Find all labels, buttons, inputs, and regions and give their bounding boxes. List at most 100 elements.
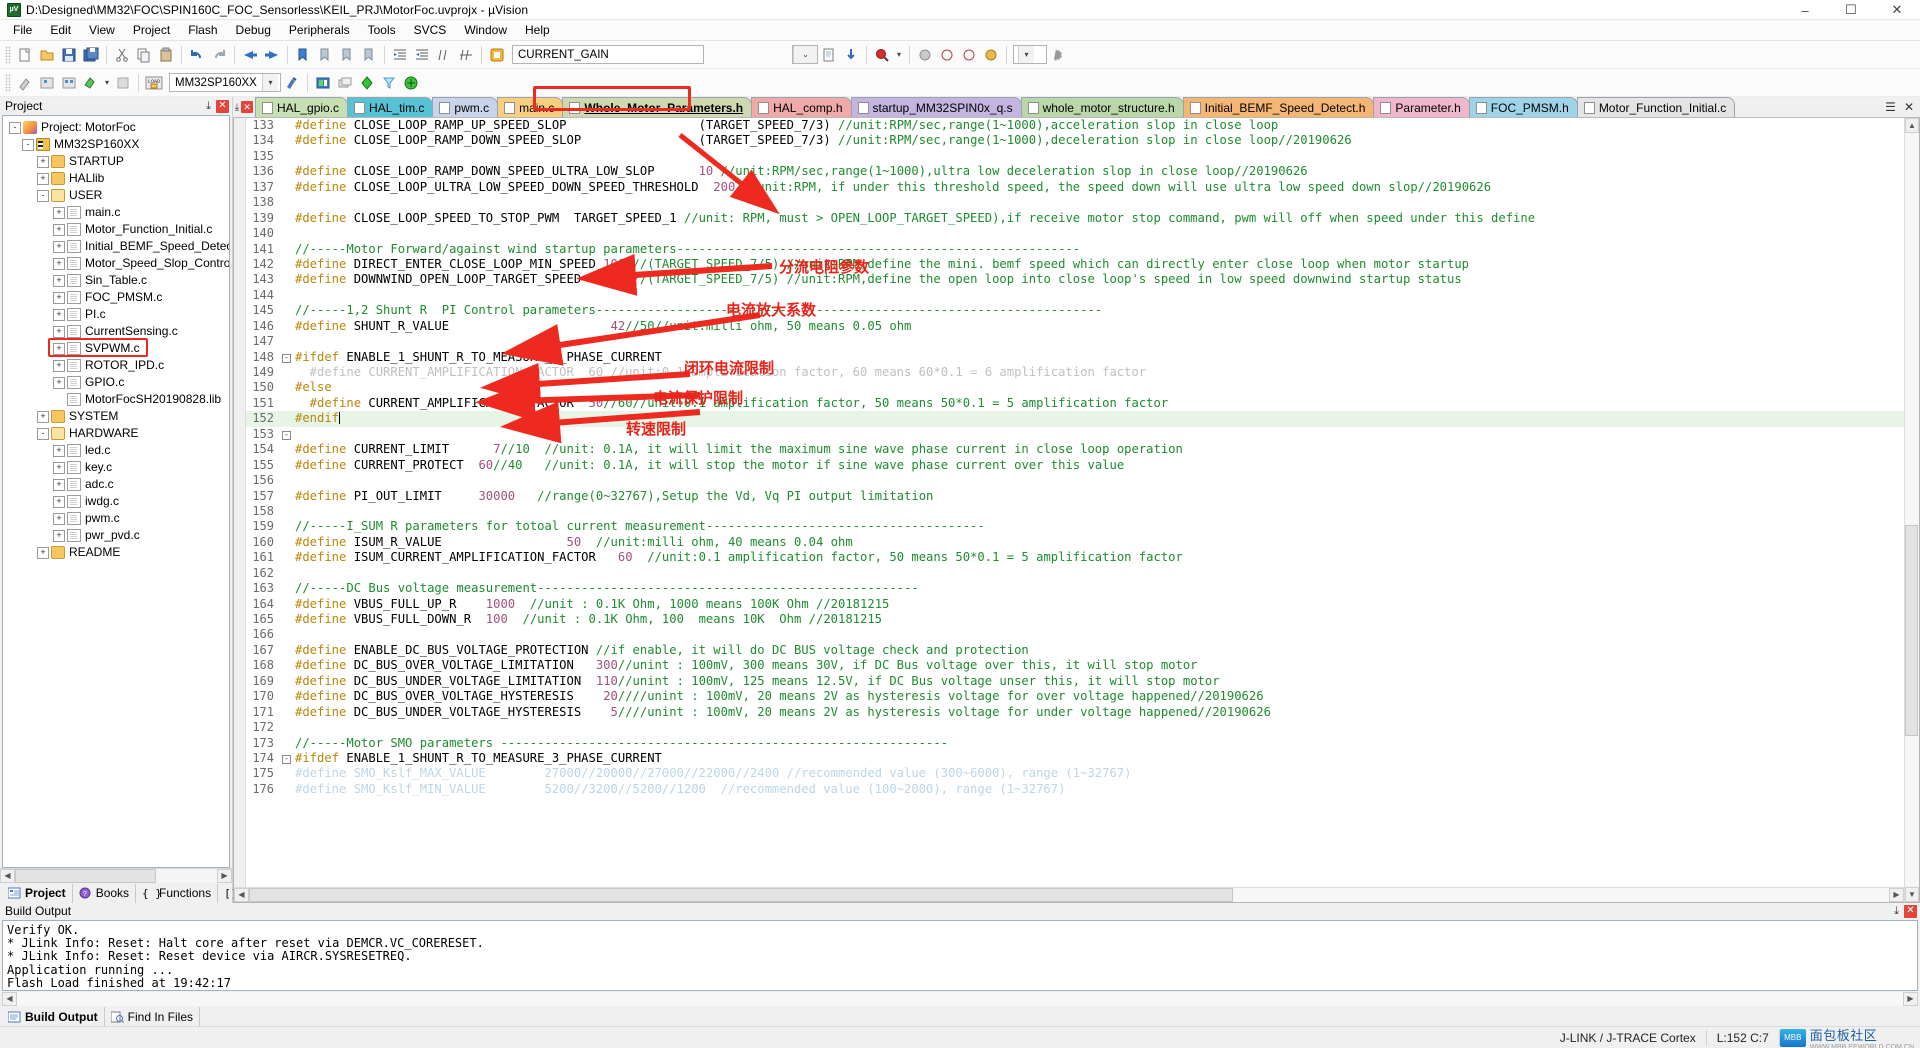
expander-icon[interactable]: - bbox=[9, 121, 21, 134]
scroll-left-arrow-icon[interactable]: ◀ bbox=[2, 991, 17, 1006]
tree-node-hallib[interactable]: + HALlib bbox=[7, 170, 229, 187]
code-vscroll-thumb[interactable] bbox=[1905, 525, 1918, 737]
code-hscrollbar[interactable]: ◀ ▶ bbox=[234, 886, 1904, 902]
tree-node-motorfocsh-lib[interactable]: MotorFocSH20190828.lib bbox=[7, 391, 229, 408]
code-line[interactable]: 140 bbox=[246, 226, 1904, 241]
expander-icon[interactable]: + bbox=[37, 410, 49, 423]
code-hscroll-thumb[interactable] bbox=[249, 887, 1233, 902]
stop-build-icon[interactable] bbox=[112, 72, 134, 94]
code-line[interactable]: 136 #define CLOSE_LOOP_RAMP_DOWN_SPEED_UL… bbox=[246, 164, 1904, 179]
minimize-button[interactable]: – bbox=[1782, 0, 1828, 20]
tree-node-motor-function-initial-c[interactable]: + Motor_Function_Initial.c bbox=[7, 221, 229, 238]
code-line[interactable]: 145 //-----1,2 Shunt R PI Control paramet… bbox=[246, 303, 1904, 318]
build-icon[interactable] bbox=[36, 72, 58, 94]
code-line[interactable]: 157 #define PI_OUT_LIMIT 30000 //range(0~… bbox=[246, 489, 1904, 504]
expander-icon[interactable]: + bbox=[53, 529, 65, 542]
paste-icon[interactable] bbox=[155, 44, 177, 66]
tree-node-pwr-pvd-c[interactable]: + pwr_pvd.c bbox=[7, 527, 229, 544]
tree-node-user[interactable]: - USER bbox=[7, 187, 229, 204]
chevron-down-icon[interactable]: ▾ bbox=[262, 74, 278, 91]
disable-breakpoints-icon[interactable] bbox=[980, 44, 1002, 66]
expander-icon[interactable]: + bbox=[37, 546, 49, 559]
tree-node-motor-speed-slop-control-c[interactable]: + Motor_Speed_Slop_Control.c bbox=[7, 255, 229, 272]
toolbar-grip[interactable] bbox=[5, 45, 11, 64]
code-lines[interactable]: 133 #define CLOSE_LOOP_RAMP_UP_SPEED_SLOP… bbox=[246, 118, 1904, 887]
find-combo-dropdown[interactable]: ⌄ bbox=[792, 45, 818, 64]
manage-components-icon[interactable] bbox=[312, 72, 334, 94]
code-line[interactable]: 141 //-----Motor Forward/against wind sta… bbox=[246, 242, 1904, 257]
open-file-icon[interactable] bbox=[36, 44, 58, 66]
tree-node-readme[interactable]: + README bbox=[7, 544, 229, 561]
editor-tab-whole-motor-parameters-h[interactable]: Whole_Motor_Parameters.h bbox=[562, 97, 753, 117]
cut-icon[interactable] bbox=[111, 44, 133, 66]
fold-collapse-icon[interactable]: - bbox=[280, 427, 293, 442]
tree-node-iwdg-c[interactable]: + iwdg.c bbox=[7, 493, 229, 510]
redo-icon[interactable] bbox=[208, 44, 230, 66]
navigate-back-icon[interactable] bbox=[239, 44, 261, 66]
tree-node-sin-table-c[interactable]: + Sin_Table.c bbox=[7, 272, 229, 289]
kill-breakpoints-icon[interactable] bbox=[958, 44, 980, 66]
tree-node-pwm-c[interactable]: + pwm.c bbox=[7, 510, 229, 527]
expander-icon[interactable]: + bbox=[53, 223, 65, 236]
editor-tab-hal-tim-c[interactable]: HAL_tim.c bbox=[347, 97, 434, 117]
editor-tab-motor-function-initial-c[interactable]: Motor_Function_Initial.c bbox=[1576, 97, 1736, 117]
code-line[interactable]: 134 #define CLOSE_LOOP_RAMP_DOWN_SPEED_SL… bbox=[246, 133, 1904, 148]
editor-tab-whole-motor-structure-h[interactable]: whole_motor_structure.h bbox=[1020, 97, 1184, 117]
tree-node-foc-pmsm-c[interactable]: + FOC_PMSM.c bbox=[7, 289, 229, 306]
tree-node-system[interactable]: + SYSTEM bbox=[7, 408, 229, 425]
tab-overflow-icon[interactable]: ☰ bbox=[1885, 100, 1896, 114]
pack-filter-icon[interactable] bbox=[378, 72, 400, 94]
editor-tab-main-c[interactable]: main.c bbox=[497, 97, 564, 117]
tab-close-icon[interactable]: ✕ bbox=[1904, 100, 1914, 114]
scroll-up-arrow-icon[interactable]: ▲ bbox=[1905, 118, 1919, 133]
indent-icon[interactable] bbox=[389, 44, 411, 66]
comment-icon[interactable] bbox=[433, 44, 455, 66]
pin-icon[interactable]: ⤓ bbox=[1889, 905, 1904, 918]
toolbar-grip[interactable] bbox=[5, 73, 11, 92]
expander-icon[interactable]: + bbox=[37, 155, 49, 168]
code-line[interactable]: 150 #else bbox=[246, 380, 1904, 395]
menu-debug[interactable]: Debug bbox=[227, 21, 280, 39]
code-line[interactable]: 175 #define SMO_Kslf_MAX_VALUE 27000//200… bbox=[246, 766, 1904, 781]
build-tab-build-output[interactable]: Build Output bbox=[2, 1007, 105, 1026]
code-line[interactable]: 160 #define ISUM_R_VALUE 50 //unit:milli … bbox=[246, 535, 1904, 550]
tree-node-key-c[interactable]: + key.c bbox=[7, 459, 229, 476]
tree-node-initial-bemf-speed-detect-c[interactable]: + Initial_BEMF_Speed_Detect.c bbox=[7, 238, 229, 255]
tree-node-pi-c[interactable]: + PI.c bbox=[7, 306, 229, 323]
breakpoint-gutter[interactable] bbox=[234, 118, 246, 887]
outdent-icon[interactable] bbox=[411, 44, 433, 66]
fold-collapse-icon[interactable]: - bbox=[280, 350, 293, 365]
code-line[interactable]: 153- bbox=[246, 427, 1904, 442]
close-icon[interactable]: ✕ bbox=[1904, 904, 1917, 918]
menu-help[interactable]: Help bbox=[516, 21, 559, 39]
code-line[interactable]: 137 #define CLOSE_LOOP_ULTRA_LOW_SPEED_DO… bbox=[246, 180, 1904, 195]
expander-icon[interactable]: + bbox=[53, 512, 65, 525]
panel-tab-books[interactable]: ? Books bbox=[73, 883, 137, 903]
menu-peripherals[interactable]: Peripherals bbox=[280, 21, 359, 39]
code-line[interactable]: 147 bbox=[246, 334, 1904, 349]
download-icon[interactable]: LOAD bbox=[143, 72, 165, 94]
expander-icon[interactable]: + bbox=[53, 257, 65, 270]
manage-layers-icon[interactable] bbox=[334, 72, 356, 94]
expander-icon[interactable]: + bbox=[37, 172, 49, 185]
editor-tab-foc-pmsm-h[interactable]: FOC_PMSM.h bbox=[1468, 97, 1578, 117]
expander-icon[interactable]: + bbox=[53, 359, 65, 372]
scroll-right-arrow-icon[interactable]: ▶ bbox=[1889, 887, 1904, 902]
hscroll-track[interactable] bbox=[15, 868, 217, 883]
code-line[interactable]: 154 #define CURRENT_LIMIT 7//10 //unit: 0… bbox=[246, 442, 1904, 457]
code-line[interactable]: 167 #define ENABLE_DC_BUS_VOLTAGE_PROTECT… bbox=[246, 643, 1904, 658]
code-line[interactable]: 171 #define DC_BUS_UNDER_VOLTAGE_HYSTERES… bbox=[246, 705, 1904, 720]
bookmark-next-icon[interactable] bbox=[336, 44, 358, 66]
code-line[interactable]: 168 #define DC_BUS_OVER_VOLTAGE_LIMITATIO… bbox=[246, 658, 1904, 673]
editor-tab-initial-bemf-speed-detect-h[interactable]: Initial_BEMF_Speed_Detect.h bbox=[1182, 97, 1375, 117]
bookmark-toggle-icon[interactable] bbox=[292, 44, 314, 66]
code-line[interactable]: 133 #define CLOSE_LOOP_RAMP_UP_SPEED_SLOP… bbox=[246, 118, 1904, 133]
config-combo[interactable]: ▾ bbox=[1013, 45, 1047, 64]
expander-icon[interactable]: + bbox=[53, 325, 65, 338]
find-combo[interactable]: CURRENT_GAIN bbox=[512, 45, 704, 64]
project-tree-hscrollbar[interactable]: ◀ ▶ bbox=[0, 867, 232, 883]
build-output-hscrollbar[interactable]: ◀ ▶ bbox=[2, 991, 1918, 1006]
target-options-icon[interactable] bbox=[281, 72, 303, 94]
insert-include-icon[interactable] bbox=[840, 44, 862, 66]
editor-tab-hal-comp-h[interactable]: HAL_comp.h bbox=[751, 97, 852, 117]
